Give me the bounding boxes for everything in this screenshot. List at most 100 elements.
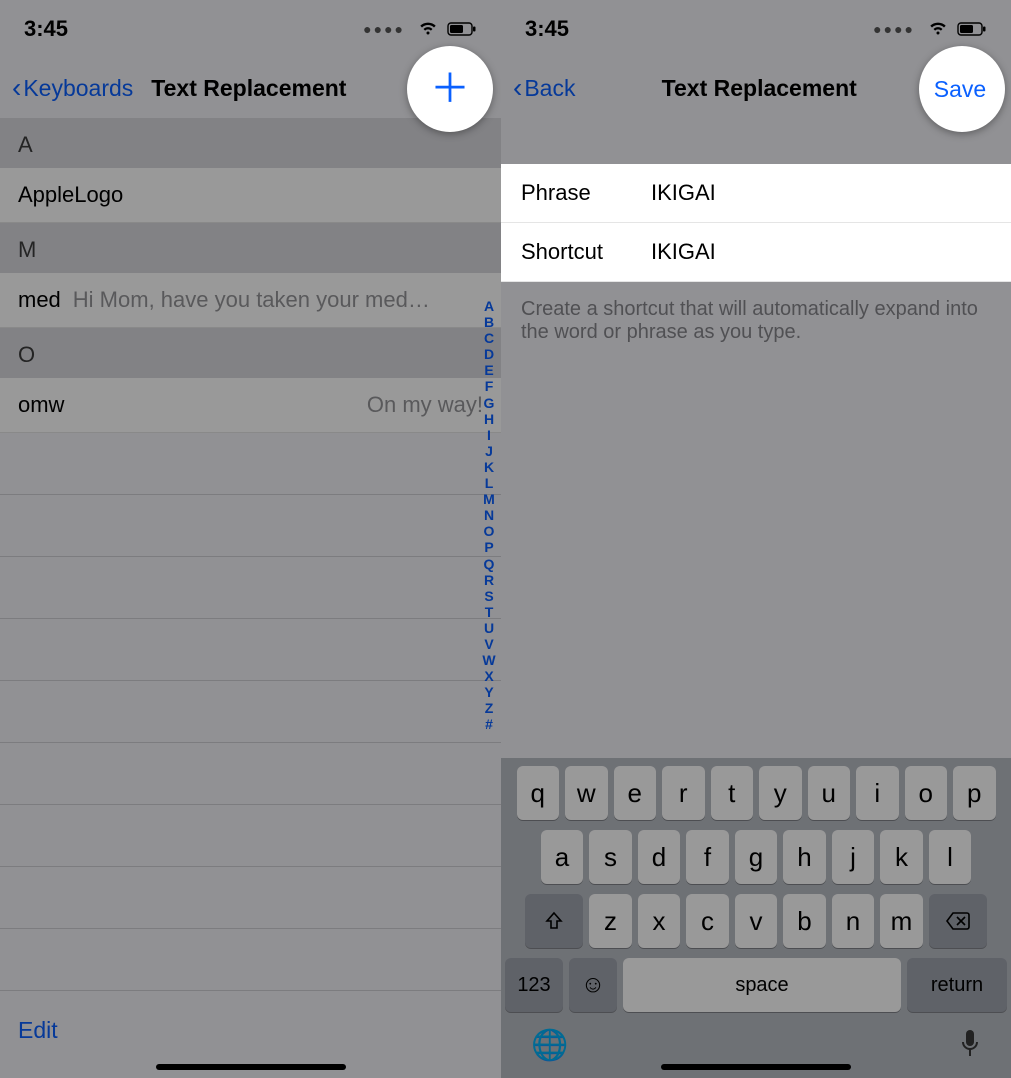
index-letter[interactable]: N (479, 507, 499, 523)
index-letter[interactable]: L (479, 475, 499, 491)
key-return[interactable]: return (907, 958, 1007, 1012)
index-letter[interactable]: O (479, 523, 499, 539)
index-letter[interactable]: M (479, 491, 499, 507)
key-q[interactable]: q (517, 766, 560, 820)
replacement-list[interactable]: AAppleLogoMmedHi Mom, have you taken you… (0, 118, 501, 433)
index-letter[interactable]: Q (479, 556, 499, 572)
edit-button[interactable]: Edit (18, 1017, 58, 1043)
hint-text: Create a shortcut that will automaticall… (501, 282, 1011, 360)
index-letter[interactable]: S (479, 588, 499, 604)
screen-text-replacement-edit: 3:45 ●●●● ‹ Back Text Replacement Save P… (501, 0, 1011, 1078)
index-letter[interactable]: # (479, 716, 499, 732)
index-letter[interactable]: V (479, 636, 499, 652)
index-letter[interactable]: A (479, 298, 499, 314)
index-letter[interactable]: F (479, 378, 499, 394)
key-g[interactable]: g (735, 830, 778, 884)
key-k[interactable]: k (880, 830, 923, 884)
key-t[interactable]: t (711, 766, 754, 820)
key-v[interactable]: v (735, 894, 778, 948)
index-letter[interactable]: G (479, 395, 499, 411)
index-letter[interactable]: W (479, 652, 499, 668)
key-w[interactable]: w (565, 766, 608, 820)
plus-icon: ＋ (418, 69, 482, 109)
globe-icon[interactable]: 🌐 (531, 1028, 568, 1066)
key-z[interactable]: z (589, 894, 632, 948)
shortcut-text: med (18, 287, 61, 313)
shortcut-row[interactable]: Shortcut IKIGAI (501, 223, 1011, 282)
key-f[interactable]: f (686, 830, 729, 884)
save-button[interactable]: Save (919, 46, 1005, 132)
key-emoji[interactable]: ☺ (569, 958, 617, 1012)
key-l[interactable]: l (929, 830, 972, 884)
phrase-text: Hi Mom, have you taken your med… (73, 287, 483, 313)
bottom-toolbar: Edit (0, 1017, 501, 1044)
index-letter[interactable]: B (479, 314, 499, 330)
key-p[interactable]: p (953, 766, 996, 820)
index-letter[interactable]: Y (479, 684, 499, 700)
keyboard[interactable]: qwertyuiop asdfghjkl zxcvbnm 123 ☺ space… (501, 758, 1011, 1078)
back-button[interactable]: ‹ Keyboards (12, 74, 133, 102)
list-item[interactable]: med Hi Mom, have you taken your med… (0, 273, 501, 328)
home-indicator[interactable] (661, 1064, 851, 1070)
key-m[interactable]: m (880, 894, 923, 948)
index-letter[interactable]: T (479, 604, 499, 620)
index-letter[interactable]: D (479, 346, 499, 362)
index-letter[interactable]: P (479, 539, 499, 555)
key-d[interactable]: d (638, 830, 681, 884)
index-letter[interactable]: X (479, 668, 499, 684)
key-s[interactable]: s (589, 830, 632, 884)
status-icons: ●●●● (363, 16, 477, 42)
back-button[interactable]: ‹ Back (513, 74, 575, 102)
cell-dots-icon: ●●●● (363, 21, 405, 37)
key-123[interactable]: 123 (505, 958, 563, 1012)
battery-icon (447, 16, 477, 42)
screen-text-replacement-list: 3:45 ●●●● ‹ Keyboards Text Replacement ＋… (0, 0, 501, 1078)
key-backspace[interactable] (929, 894, 987, 948)
key-shift[interactable] (525, 894, 583, 948)
key-i[interactable]: i (856, 766, 899, 820)
back-label: Back (524, 75, 575, 102)
key-r[interactable]: r (662, 766, 705, 820)
list-item[interactable]: omwOn my way! (0, 378, 501, 433)
index-letter[interactable]: U (479, 620, 499, 636)
chevron-left-icon: ‹ (12, 74, 21, 102)
list-item[interactable]: AppleLogo (0, 168, 501, 223)
phrase-value: IKIGAI (651, 180, 716, 206)
key-j[interactable]: j (832, 830, 875, 884)
key-c[interactable]: c (686, 894, 729, 948)
key-a[interactable]: a (541, 830, 584, 884)
mic-icon[interactable] (959, 1028, 981, 1066)
index-letter[interactable]: R (479, 572, 499, 588)
cell-dots-icon: ●●●● (873, 21, 915, 37)
chevron-left-icon: ‹ (513, 74, 522, 102)
key-h[interactable]: h (783, 830, 826, 884)
section-index[interactable]: ABCDEFGHIJKLMNOPQRSTUVWXYZ# (479, 298, 499, 733)
key-space[interactable]: space (623, 958, 901, 1012)
index-letter[interactable]: C (479, 330, 499, 346)
index-letter[interactable]: K (479, 459, 499, 475)
index-letter[interactable]: Z (479, 700, 499, 716)
add-button[interactable]: ＋ (407, 46, 493, 132)
key-o[interactable]: o (905, 766, 948, 820)
key-n[interactable]: n (832, 894, 875, 948)
wifi-icon (927, 16, 949, 42)
clock: 3:45 (24, 16, 68, 42)
index-letter[interactable]: J (479, 443, 499, 459)
key-x[interactable]: x (638, 894, 681, 948)
index-letter[interactable]: H (479, 411, 499, 427)
section-header: A (0, 118, 501, 168)
key-u[interactable]: u (808, 766, 851, 820)
index-letter[interactable]: I (479, 427, 499, 443)
key-b[interactable]: b (783, 894, 826, 948)
back-label: Keyboards (23, 75, 133, 102)
nav-title: Text Replacement (575, 75, 943, 102)
home-indicator[interactable] (156, 1064, 346, 1070)
key-e[interactable]: e (614, 766, 657, 820)
key-y[interactable]: y (759, 766, 802, 820)
status-bar: 3:45 ●●●● (0, 0, 501, 58)
phrase-row[interactable]: Phrase IKIGAI (501, 164, 1011, 223)
battery-icon (957, 16, 987, 42)
index-letter[interactable]: E (479, 362, 499, 378)
section-header: M (0, 223, 501, 273)
save-label: Save (934, 76, 990, 103)
